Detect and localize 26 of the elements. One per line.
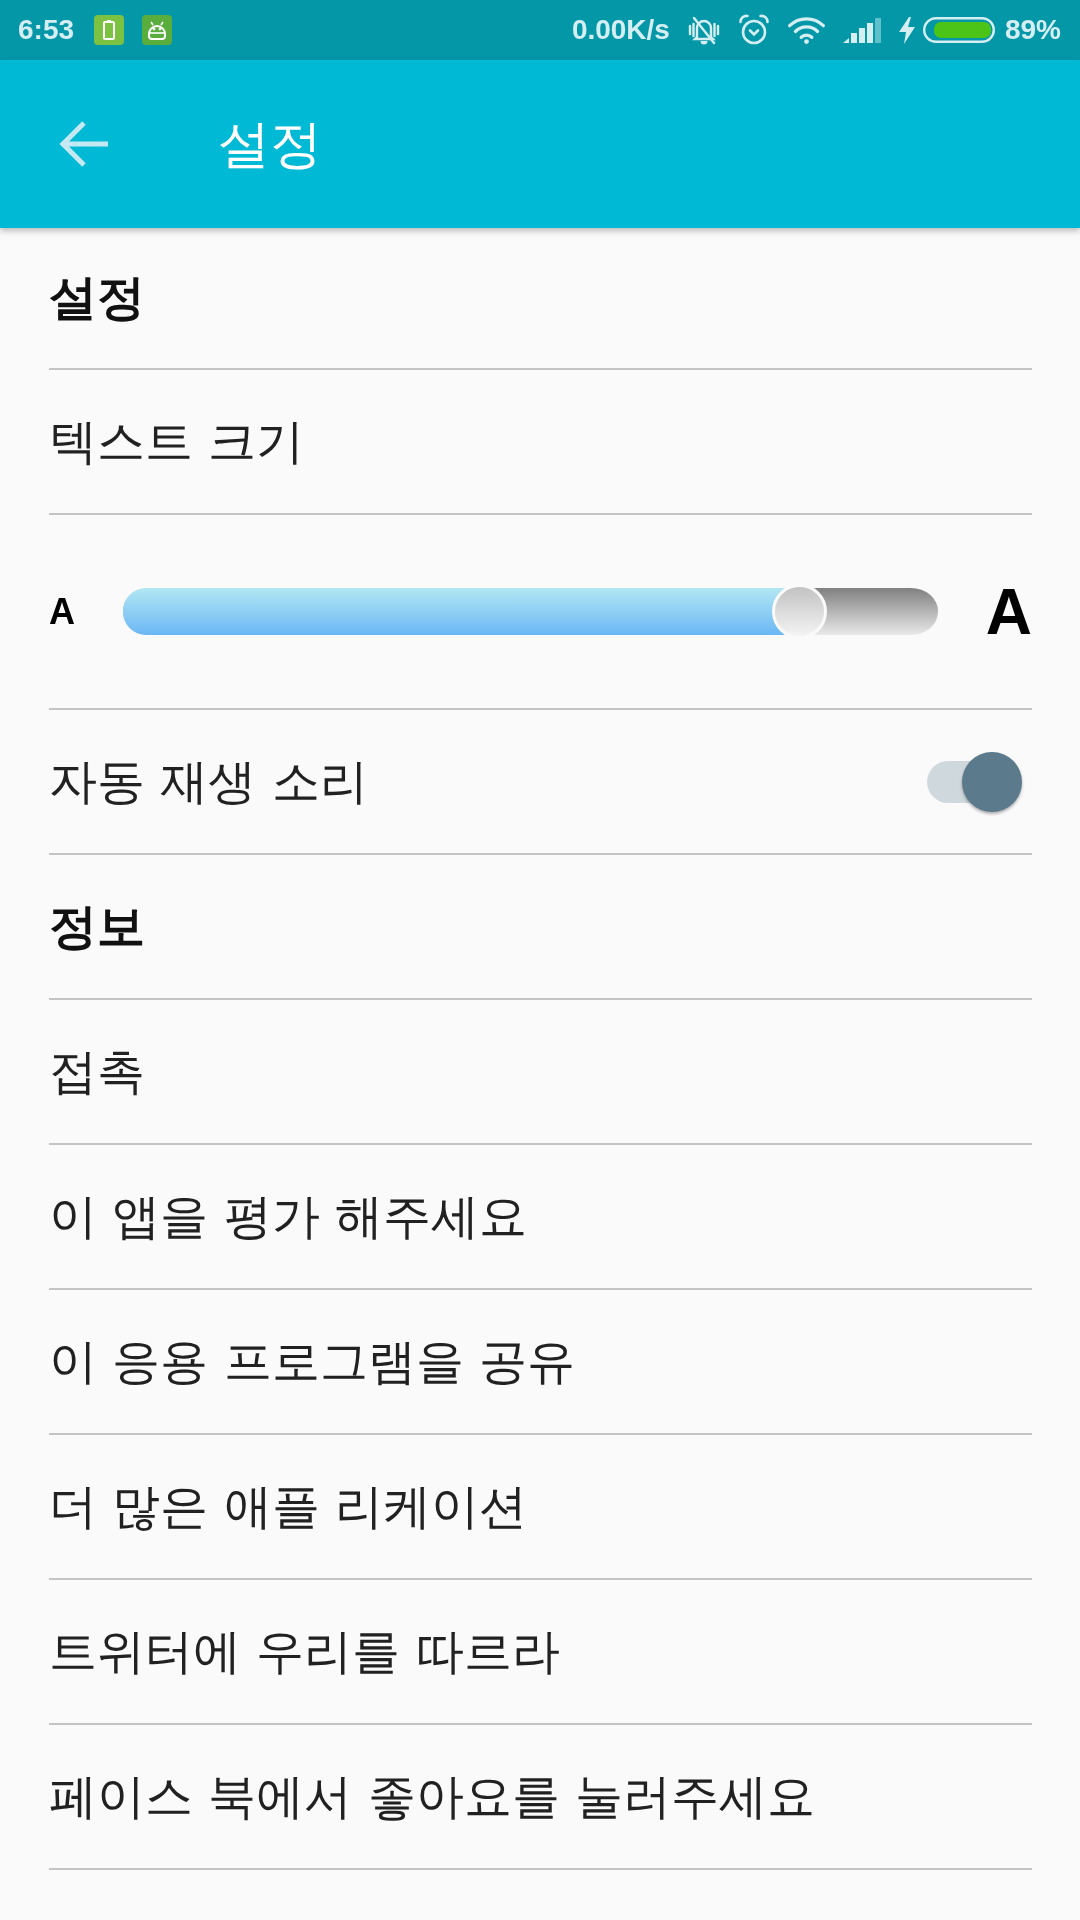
charging-bolt-icon	[898, 16, 915, 44]
battery-icon	[922, 17, 995, 43]
settings-item[interactable]: 자동 재생 소리	[49, 752, 368, 811]
network-speed: 0.00K/s	[571, 16, 670, 44]
device-tile-icon	[94, 15, 125, 45]
settings-item[interactable]: 접촉	[49, 1042, 145, 1101]
settings-item[interactable]: 텍스트 크기	[49, 412, 305, 471]
section-header: 정보	[49, 897, 145, 956]
large-text-size-label: A	[985, 579, 1032, 644]
back-arrow-icon[interactable]	[59, 120, 109, 168]
alarm-clock-icon	[737, 14, 770, 46]
status-time: 6:53	[18, 16, 75, 44]
battery-percent: 89%	[1004, 16, 1061, 44]
bell-slash-icon	[686, 14, 721, 46]
settings-item[interactable]: 페이스 북에서 좋아요를 눌러주세요	[49, 1767, 815, 1826]
wifi-icon	[786, 16, 826, 44]
settings-item[interactable]: 더 많은 애플 리케이션	[49, 1477, 527, 1536]
settings-item[interactable]: 이 응용 프로그램을 공유	[49, 1332, 575, 1391]
app-bar-title: 설정	[218, 112, 322, 176]
settings-item[interactable]: 이 앱을 평가 해주세요	[49, 1187, 527, 1246]
section-header: 설정	[49, 269, 145, 327]
signal-bars-icon	[842, 17, 882, 43]
small-text-size-label: A	[49, 593, 75, 630]
settings-item[interactable]: 트위터에 우리를 따르라	[49, 1622, 560, 1681]
toggle-switch[interactable]	[927, 751, 1022, 812]
robot-tile-icon	[142, 15, 173, 45]
